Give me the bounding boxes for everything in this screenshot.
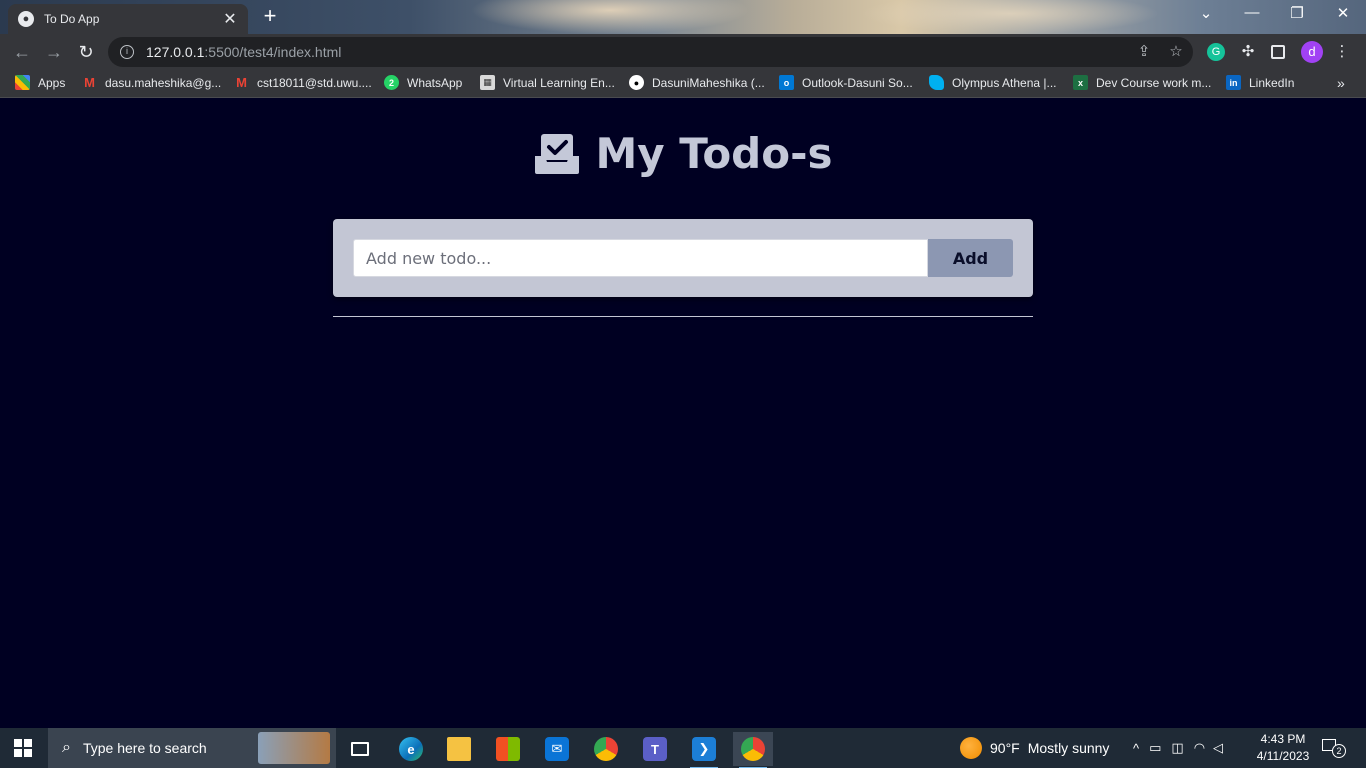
meet-now-icon[interactable]: ◫ xyxy=(1171,740,1183,756)
inbox-check-icon xyxy=(535,133,580,174)
browser-toolbar: ← → ↻ i 127.0.0.1:5500/test4/index.html … xyxy=(0,34,1366,70)
add-button[interactable]: Add xyxy=(928,239,1013,277)
vle-icon: ▦ xyxy=(480,75,495,90)
windows-start-icon[interactable] xyxy=(14,739,32,757)
bookmark-label: Virtual Learning En... xyxy=(503,75,615,90)
grammarly-icon[interactable]: G xyxy=(1207,43,1225,61)
new-tab-button[interactable]: + xyxy=(259,5,281,27)
system-clock[interactable]: 4:43 PM 4/11/2023 xyxy=(1250,731,1316,765)
bookmark-label: dasu.maheshika@g... xyxy=(105,75,222,90)
bookmark-whatsapp[interactable]: 2 WhatsApp xyxy=(384,75,462,90)
notification-count: 2 xyxy=(1332,744,1346,758)
clock-time: 4:43 PM xyxy=(1260,732,1306,746)
task-view-icon[interactable] xyxy=(340,732,380,766)
apps-grid-icon xyxy=(15,75,30,90)
search-icon: ⌕ xyxy=(62,739,71,756)
github-icon: ● xyxy=(629,75,644,90)
outlook-icon: o xyxy=(779,75,794,90)
close-tab-icon[interactable]: ✕ xyxy=(222,9,238,29)
chevron-up-icon[interactable]: ^ xyxy=(1133,741,1139,756)
windows-taskbar: ⌕ Type here to search e ✉ T ❯ 90°F Mostl… xyxy=(0,728,1366,768)
linkedin-icon: in xyxy=(1226,75,1241,90)
url-host: 127.0.0.1 xyxy=(146,44,205,60)
back-arrow-icon[interactable]: ← xyxy=(11,41,33,63)
weather-text: Mostly sunny xyxy=(1027,740,1110,756)
extensions-puzzle-icon[interactable]: ✣ xyxy=(1239,43,1257,61)
bookmark-label: Dev Course work m... xyxy=(1096,75,1212,90)
chrome-profile-icon[interactable] xyxy=(733,732,773,768)
wallpaper-cloud xyxy=(470,0,750,34)
share-icon[interactable]: ⇪ xyxy=(1135,42,1153,60)
battery-icon[interactable]: ▭ xyxy=(1149,740,1161,756)
todo-page: My Todo-s Add xyxy=(0,99,1366,728)
address-bar[interactable]: i 127.0.0.1:5500/test4/index.html xyxy=(108,37,1193,67)
browser-tab[interactable]: ● To Do App ✕ xyxy=(8,4,248,34)
reload-icon[interactable]: ↻ xyxy=(75,41,97,63)
taskbar-search[interactable]: ⌕ Type here to search xyxy=(48,728,336,768)
bookmark-olympus[interactable]: Olympus Athena |... xyxy=(929,75,1057,90)
url-path: :5500/test4/index.html xyxy=(204,44,342,60)
todo-input[interactable] xyxy=(353,239,928,277)
notification-center-icon[interactable]: 2 xyxy=(1322,738,1346,758)
gmail-icon: M xyxy=(84,75,95,90)
menu-kebab-icon[interactable]: ⋮ xyxy=(1333,42,1351,60)
weather-temp: 90°F xyxy=(990,740,1020,756)
vscode-icon[interactable]: ❯ xyxy=(684,732,724,768)
edge-icon[interactable]: e xyxy=(391,732,431,766)
clock-date: 4/11/2023 xyxy=(1256,749,1310,763)
side-panel-icon[interactable] xyxy=(1271,45,1285,59)
bookmark-label: Olympus Athena |... xyxy=(952,75,1057,90)
site-info-icon[interactable]: i xyxy=(120,45,134,59)
close-window-button[interactable]: ✕ xyxy=(1333,4,1353,22)
bookmark-gmail-1[interactable]: M dasu.maheshika@g... xyxy=(82,75,221,90)
tab-search-icon[interactable]: ⌄ xyxy=(1196,4,1216,22)
volume-icon[interactable]: ◁ xyxy=(1213,740,1223,756)
whatsapp-icon: 2 xyxy=(384,75,399,90)
bookmark-star-icon[interactable]: ☆ xyxy=(1167,42,1185,60)
bookmark-excel[interactable]: x Dev Course work m... xyxy=(1073,75,1211,90)
bookmark-github[interactable]: ● DasuniMaheshika (... xyxy=(629,75,765,90)
bookmark-label: DasuniMaheshika (... xyxy=(652,75,765,90)
bookmark-label: LinkedIn xyxy=(1249,75,1295,90)
minimize-button[interactable]: — xyxy=(1242,4,1262,21)
microsoft-store-icon[interactable] xyxy=(488,732,528,766)
bookmark-linkedin[interactable]: in LinkedIn xyxy=(1226,75,1294,90)
bookmarks-overflow-icon[interactable]: » xyxy=(1337,75,1345,91)
bookmark-label: Outlook-Dasuni So... xyxy=(802,75,913,90)
weather-sun-icon xyxy=(960,737,982,759)
tab-title: To Do App xyxy=(44,12,100,26)
olympus-icon xyxy=(929,75,944,90)
weather-widget[interactable]: 90°F Mostly sunny xyxy=(960,728,1109,768)
wifi-icon[interactable]: ◠ xyxy=(1194,740,1205,756)
bookmark-label: WhatsApp xyxy=(407,75,463,90)
browser-titlebar: ● To Do App ✕ + ⌄ — ❐ ✕ xyxy=(0,0,1366,34)
bookmark-label: cst18011@std.uwu.... xyxy=(257,75,372,90)
mail-icon[interactable]: ✉ xyxy=(537,732,577,766)
file-explorer-icon[interactable] xyxy=(439,732,479,766)
forward-arrow-icon[interactable]: → xyxy=(43,41,65,63)
restore-button[interactable]: ❐ xyxy=(1287,4,1307,22)
bookmark-outlook[interactable]: o Outlook-Dasuni So... xyxy=(779,75,913,90)
page-title: My Todo-s xyxy=(595,129,833,178)
profile-avatar[interactable]: d xyxy=(1301,41,1323,63)
gmail-icon: M xyxy=(236,75,247,90)
search-placeholder: Type here to search xyxy=(82,740,207,756)
globe-icon: ● xyxy=(18,11,34,27)
bookmark-label: Apps xyxy=(38,75,66,90)
chrome-icon[interactable] xyxy=(586,732,626,766)
teams-icon[interactable]: T xyxy=(635,732,675,766)
excel-icon: x xyxy=(1073,75,1088,90)
tray-icons: ^ ▭ ◫ ◠ ◁ xyxy=(1133,728,1223,768)
wallpaper-cloud xyxy=(860,0,1160,34)
todo-form: Add xyxy=(333,219,1033,297)
bookmarks-bar: Apps M dasu.maheshika@g... M cst18011@st… xyxy=(0,70,1366,98)
bookmark-gmail-2[interactable]: M cst18011@std.uwu.... xyxy=(234,75,372,90)
todo-list-divider xyxy=(333,316,1033,317)
page-header: My Todo-s xyxy=(0,129,1366,178)
bookmark-vle[interactable]: ▦ Virtual Learning En... xyxy=(480,75,615,90)
search-highlight-image xyxy=(258,732,330,764)
bookmark-apps[interactable]: Apps xyxy=(15,75,65,90)
